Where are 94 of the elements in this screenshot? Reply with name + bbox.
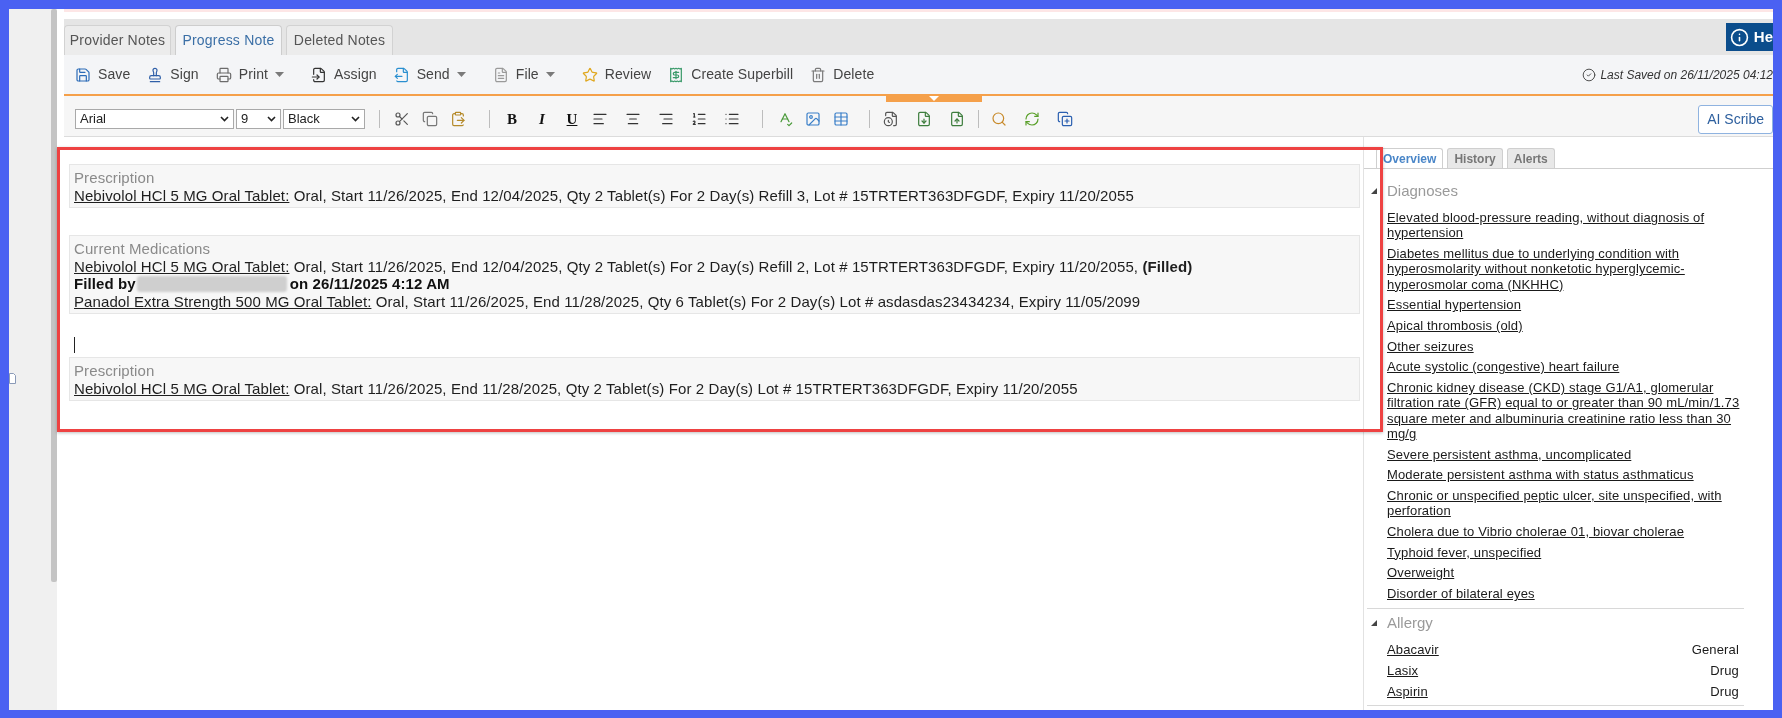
save-button[interactable]: Save [75, 64, 131, 85]
last-saved-text: Last Saved on 26/11/2025 04:12 [1600, 66, 1773, 84]
allergy-type: Drug [1710, 683, 1739, 699]
font-color-select[interactable]: Black [283, 109, 365, 129]
medication-link[interactable]: Nebivolol HCl 5 MG Oral Tablet: [74, 186, 290, 204]
medication-link[interactable]: Panadol Extra Strength 500 MG Oral Tablet: [74, 292, 372, 310]
allergy-type: Drug [1710, 663, 1739, 679]
file-arrow-icon [393, 66, 410, 83]
medication-link[interactable]: Nebivolol HCl 5 MG Oral Tablet: [74, 379, 290, 397]
expand-triangle-icon[interactable] [1371, 620, 1377, 627]
bold-button[interactable]: B [504, 110, 520, 128]
chevron-down-icon [267, 116, 276, 122]
diagnosis-link[interactable]: Typhoid fever, unspecified [1387, 544, 1741, 560]
search-icon[interactable] [991, 111, 1007, 127]
collapse-handle[interactable] [886, 96, 982, 102]
tab[interactable]: Progress Note [175, 25, 282, 55]
chevron-down-icon [220, 116, 229, 122]
medication-entry: Nebivolol HCl 5 MG Oral Tablet: Oral, Start 11/26/2025, End 11/28/2025, Qty 2 Tablet(s) For 2 Day(s) Lot # 15TRTERT363DFGDF, Expiry 11/20/2055 [74, 379, 1079, 397]
medication-entry: Nebivolol HCl 5 MG Oral Tablet: Oral, Start 11/26/2025, End 12/04/2025, Qty 2 Tablet(s) For 2 Day(s) Refill 3, Lot # 15TRTERT363DFGDF, Expiry 11/20/2055 [74, 186, 1135, 204]
trash-icon [810, 66, 827, 83]
numbered-list-icon[interactable] [691, 111, 707, 127]
panel-tab[interactable]: Alerts [1506, 148, 1555, 168]
clipboard-icon[interactable] [450, 111, 466, 127]
bullet-list-icon[interactable] [724, 111, 740, 127]
diagnosis-link[interactable]: Chronic kidney disease (CKD) stage G1/A1, glomerular filtration rate (GFR) equal to or greater than 90 mL/min/1.73 square meter and albuminuria creatinine ratio less than 30 mg/g [1387, 380, 1741, 442]
spellcheck-icon[interactable] [777, 111, 793, 127]
info-icon [1729, 27, 1749, 47]
medication-link[interactable]: Nebivolol HCl 5 MG Oral Tablet: [74, 257, 290, 275]
diagnosis-link[interactable]: Other seizures [1387, 338, 1741, 354]
align-center-icon[interactable] [625, 111, 641, 127]
allergy-link[interactable]: Abacavir [1387, 642, 1439, 658]
diagnosis-link[interactable]: Severe persistent asthma, uncomplicated [1387, 446, 1741, 462]
assign-button[interactable]: Assign [311, 64, 377, 85]
scrollbar-thumb[interactable] [51, 9, 57, 582]
review-button[interactable]: Review [581, 64, 652, 85]
diagnosis-link[interactable]: Chronic or unspecified peptic ulcer, site unspecified, with perforation [1387, 487, 1741, 519]
allergy-link[interactable]: Lasix [1387, 663, 1419, 679]
file-arrow-icon [311, 66, 328, 83]
create-superbill-button[interactable]: Create Superbill [668, 64, 794, 85]
panel-tab[interactable]: History [1447, 148, 1503, 168]
medication-entry: Panadol Extra Strength 500 MG Oral Tablet: Oral, Start 11/26/2025, End 11/28/2025, Qty 6 Tablet(s) For 2 Day(s) Lot # asdasdas23434234, Expiry 11/05/2099 [74, 292, 1142, 310]
print-button[interactable]: Print [215, 64, 295, 85]
underline-button[interactable]: U [564, 110, 580, 128]
diagnosis-link[interactable]: Diabetes mellitus due to underlying condition with hyperosmolarity without nonketotic hyperglycemic-hyperosmolar coma (NKHHC) [1387, 246, 1741, 292]
scissors-icon[interactable] [394, 111, 410, 127]
diagnosis-link[interactable]: Overweight [1387, 565, 1741, 581]
delete-button[interactable]: Delete [810, 64, 875, 85]
copy-icon[interactable] [422, 111, 438, 127]
italic-button[interactable]: I [534, 110, 550, 128]
section-heading: Prescription [74, 169, 156, 187]
align-right-icon[interactable] [658, 111, 674, 127]
diagnosis-link[interactable]: Apical thrombosis (old) [1387, 317, 1741, 334]
diagnosis-link[interactable]: Disorder of bilateral eyes [1387, 586, 1741, 602]
stamp-icon [147, 66, 164, 83]
filled-date: on 26/11/2025 4:12 AM [289, 274, 450, 294]
tab[interactable]: Provider Notes [64, 25, 171, 55]
diagnosis-link[interactable]: Moderate persistent asthma with status asthmaticus [1387, 467, 1741, 483]
diagnosis-link[interactable]: Essential hypertension [1387, 297, 1741, 313]
panel-tab[interactable]: Overview [1376, 148, 1444, 168]
star-icon [581, 66, 598, 83]
diagnosis-link[interactable]: Cholera due to Vibrio cholerae 01, biovar cholerae [1387, 523, 1741, 540]
section-heading: Current Medications [74, 240, 212, 258]
align-left-icon[interactable] [592, 111, 608, 127]
allergy-type: General [1691, 642, 1739, 658]
copy-plus-icon[interactable] [1057, 111, 1073, 127]
tab[interactable]: Deleted Notes [286, 25, 393, 55]
section-title: Diagnoses [1387, 180, 1458, 201]
document-icon [9, 373, 16, 384]
check-circle-icon [1582, 67, 1597, 82]
printer-icon [215, 66, 232, 83]
ai-scribe-button[interactable]: AI Scribe [1698, 104, 1773, 134]
allergy-link[interactable]: Aspirin [1387, 683, 1428, 699]
filled-by-label: Filled by [74, 273, 136, 294]
medication-entry: Nebivolol HCl 5 MG Oral Tablet: Oral, Start 11/26/2025, End 12/04/2025, Qty 2 Tablet(s) For 2 Day(s) Refill 2, Lot # 15TRTERT363DFGDF, Expiry 11/20/2055, (Filled) [74, 257, 1194, 275]
diagnosis-link[interactable]: Elevated blood-pressure reading, without diagnosis of hypertension [1387, 210, 1741, 241]
document-icon [492, 66, 509, 83]
receipt-icon [668, 66, 685, 83]
sign-button[interactable]: Sign [147, 64, 199, 85]
expand-triangle-icon[interactable] [1371, 188, 1377, 194]
font-select[interactable]: Arial [75, 109, 234, 129]
send-button[interactable]: Send [393, 64, 476, 85]
section-heading: Prescription [74, 362, 156, 380]
file-upload-icon[interactable] [949, 111, 965, 127]
table-icon[interactable] [833, 111, 849, 127]
section-title: Allergy [1387, 613, 1433, 634]
font-size-select[interactable]: 9 [236, 109, 281, 129]
file-button[interactable]: File [492, 64, 565, 85]
refresh-icon[interactable] [1024, 111, 1040, 127]
file-clock-icon[interactable] [883, 111, 899, 127]
diagnosis-link[interactable]: Acute systolic (congestive) heart failure [1387, 359, 1741, 375]
image-icon[interactable] [805, 111, 821, 127]
chevron-down-icon [351, 116, 360, 122]
file-download-icon[interactable] [916, 111, 932, 127]
help-button[interactable]: He [1725, 23, 1773, 51]
